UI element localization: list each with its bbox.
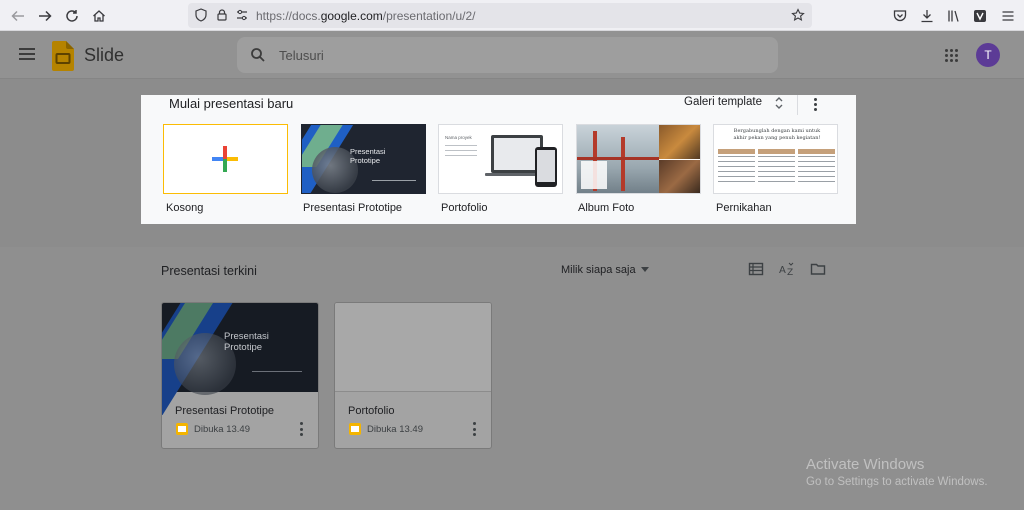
template-prototype-card[interactable]: Presentasi Prototipe [301, 124, 426, 194]
template-label: Portofolio [441, 202, 488, 214]
template-label: Presentasi Prototipe [303, 202, 403, 214]
recent-doc-card[interactable]: Presentasi Prototipe Presentasi Prototip… [161, 302, 319, 449]
prototype-thumbnail: Presentasi Prototipe [302, 125, 425, 193]
forward-button[interactable] [34, 5, 56, 27]
thumbnail-title: Nama proyek [445, 135, 472, 140]
template-panel: Mulai presentasi baru Galeri template Ko… [141, 95, 856, 224]
search-icon [251, 48, 265, 62]
template-label: Album Foto [578, 202, 635, 214]
sort-az-icon[interactable]: AZ [779, 262, 795, 276]
owner-filter-dropdown[interactable]: Milik siapa saja [561, 264, 636, 276]
doc-name[interactable]: Portofolio [348, 405, 394, 417]
bookmark-star-icon[interactable] [791, 8, 805, 22]
home-button[interactable] [88, 5, 110, 27]
doc-thumbnail [335, 303, 491, 392]
thumbnail-title: Presentasi Prototipe [350, 147, 386, 165]
browser-toolbar: https://docs.google.com/presentation/u/2… [0, 0, 1024, 31]
watermark-title: Activate Windows [806, 456, 925, 473]
svg-text:Z: Z [787, 268, 793, 276]
arrow-left-icon [11, 10, 24, 22]
search-input[interactable]: Telusuri [237, 37, 778, 73]
address-bar[interactable]: https://docs.google.com/presentation/u/2… [188, 3, 812, 28]
url-prefix: https://docs. [256, 9, 321, 23]
library-icon[interactable] [946, 8, 962, 24]
recent-section-title: Presentasi terkini [161, 264, 257, 278]
folder-icon[interactable] [810, 262, 826, 276]
extension-icon[interactable] [972, 8, 988, 24]
template-wedding-card[interactable]: Bergabunglah dengan kami untuk akhir pek… [713, 124, 838, 194]
template-portfolio-card[interactable]: Nama proyek [438, 124, 563, 194]
template-label: Pernikahan [716, 202, 772, 214]
recent-doc-card[interactable]: Portofolio Dibuka 13.49 [334, 302, 492, 449]
watermark-subtitle: Go to Settings to activate Windows. [806, 476, 988, 488]
back-button[interactable] [7, 5, 29, 27]
search-placeholder: Telusuri [279, 48, 324, 63]
windows-activation-watermark: Activate Windows Go to Settings to activ… [806, 456, 988, 488]
google-apps-icon[interactable] [945, 49, 959, 63]
lock-icon[interactable] [215, 8, 229, 22]
permissions-icon[interactable] [235, 8, 249, 22]
slides-app: Slide Telusuri T Mulai presentasi baru G… [0, 31, 1024, 510]
avatar[interactable]: T [976, 43, 1000, 67]
divider [797, 95, 798, 115]
template-label: Kosong [166, 202, 204, 214]
list-view-icon[interactable] [748, 262, 764, 276]
template-heading: Mulai presentasi baru [169, 96, 294, 111]
app-header: Slide Telusuri T [0, 31, 1024, 79]
main-menu-icon[interactable] [19, 48, 35, 60]
url-path: /presentation/u/2/ [382, 9, 476, 23]
doc-opened-time: Dibuka 13.49 [194, 424, 250, 435]
app-title[interactable]: Slide [84, 45, 124, 66]
template-gallery-button[interactable]: Galeri template [684, 96, 762, 108]
doc-thumbnail: Presentasi Prototipe [162, 303, 318, 415]
unfold-icon[interactable] [774, 96, 784, 110]
menu-icon[interactable] [1000, 8, 1016, 24]
arrow-right-icon [39, 10, 52, 22]
plus-icon [212, 146, 238, 172]
doc-more-options-icon[interactable] [300, 422, 304, 436]
doc-opened-time: Dibuka 13.49 [367, 424, 423, 435]
slides-logo-icon[interactable] [52, 41, 74, 71]
reload-button[interactable] [61, 5, 83, 27]
template-more-options-icon[interactable] [810, 96, 820, 112]
reload-icon [66, 10, 78, 22]
shield-icon[interactable] [194, 8, 208, 22]
pocket-icon[interactable] [892, 8, 908, 24]
url-domain: google.com [320, 9, 383, 23]
template-blank-card[interactable] [163, 124, 288, 194]
caret-down-icon[interactable] [641, 267, 649, 272]
download-icon[interactable] [919, 8, 935, 24]
svg-text:A: A [779, 265, 786, 276]
url-text[interactable]: https://docs.google.com/presentation/u/2… [256, 9, 475, 23]
slides-file-icon [349, 423, 361, 435]
slides-file-icon [176, 423, 188, 435]
doc-name[interactable]: Presentasi Prototipe [175, 405, 274, 417]
doc-more-options-icon[interactable] [473, 422, 477, 436]
template-photo-album-card[interactable] [576, 124, 701, 194]
home-icon [93, 10, 105, 22]
thumbnail-title: Presentasi Prototipe [224, 331, 269, 353]
thumbnail-title: Bergabunglah dengan kami untuk akhir pek… [733, 128, 821, 141]
